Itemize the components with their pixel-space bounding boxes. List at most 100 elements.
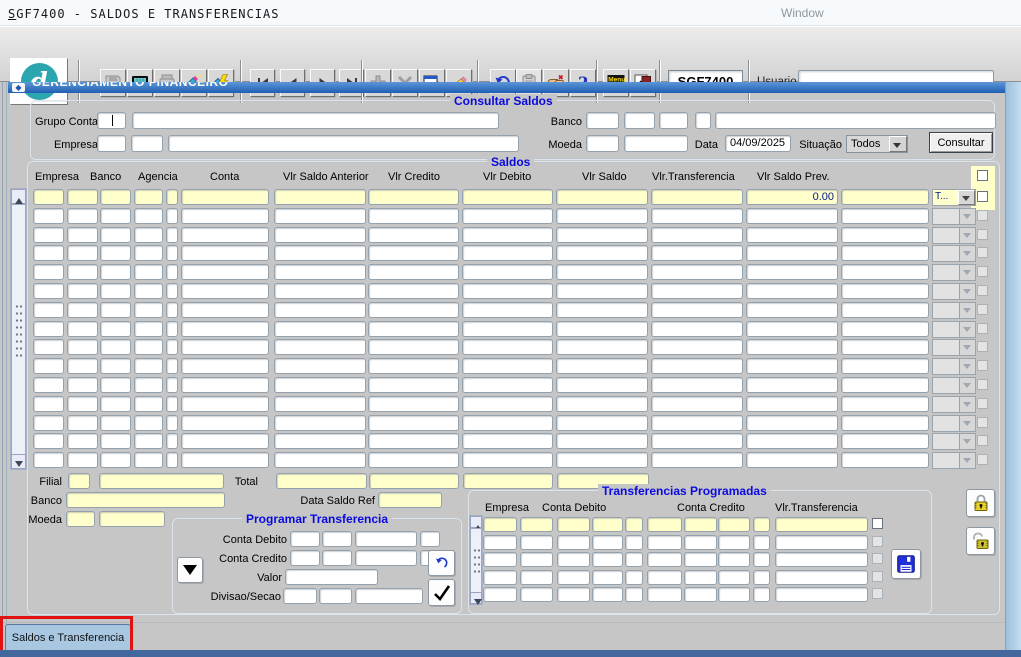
transferencias-row-checkbox[interactable] xyxy=(872,571,883,582)
saldos-cell[interactable] xyxy=(462,433,553,449)
chevron-down-icon[interactable] xyxy=(959,228,975,243)
transferencias-cell[interactable] xyxy=(592,517,623,532)
transferencias-cell[interactable] xyxy=(753,552,770,567)
save-transferencias-button[interactable] xyxy=(891,549,921,579)
saldos-row-checkbox[interactable] xyxy=(977,266,988,277)
saldos-cell[interactable] xyxy=(746,433,838,449)
saldos-cell[interactable] xyxy=(462,452,553,468)
saldos-situacao-dropdown[interactable] xyxy=(932,321,976,338)
transferencias-cell[interactable] xyxy=(775,517,868,532)
saldos-cell[interactable] xyxy=(166,433,178,449)
transferencias-cell[interactable] xyxy=(483,535,517,550)
scroll-up-icon[interactable] xyxy=(11,189,26,204)
saldos-cell[interactable] xyxy=(181,264,269,280)
saldos-cell[interactable] xyxy=(33,208,64,224)
saldos-row-checkbox[interactable] xyxy=(977,304,988,315)
transferencias-cell[interactable] xyxy=(625,587,643,602)
saldos-cell[interactable] xyxy=(462,377,553,393)
saldos-cell[interactable] xyxy=(181,245,269,261)
saldos-cell[interactable] xyxy=(166,358,178,374)
saldos-cell[interactable] xyxy=(746,358,838,374)
saldos-cell[interactable] xyxy=(556,433,648,449)
saldos-cell[interactable] xyxy=(33,264,64,280)
saldos-cell[interactable] xyxy=(181,189,269,205)
scroll-down-icon[interactable] xyxy=(11,454,26,469)
saldos-cell[interactable] xyxy=(33,321,64,337)
chevron-down-icon[interactable] xyxy=(959,284,975,299)
transferencias-cell[interactable] xyxy=(557,552,590,567)
saldos-cell[interactable] xyxy=(651,377,743,393)
transferencias-scrollbar-thumb[interactable] xyxy=(470,528,482,594)
saldos-cell[interactable] xyxy=(67,189,98,205)
saldos-cell[interactable] xyxy=(841,189,929,205)
transferencias-cell[interactable] xyxy=(684,587,717,602)
filial-desc-field[interactable] xyxy=(99,473,224,489)
total-debito-field[interactable] xyxy=(463,473,553,489)
saldos-cell[interactable] xyxy=(134,245,163,261)
saldos-cell[interactable] xyxy=(166,245,178,261)
saldos-cell[interactable] xyxy=(181,415,269,431)
saldos-cell[interactable] xyxy=(274,396,366,412)
chevron-down-icon[interactable] xyxy=(959,453,975,468)
saldos-cell[interactable] xyxy=(67,377,98,393)
saldos-cell[interactable] xyxy=(651,415,743,431)
chevron-down-icon[interactable] xyxy=(959,265,975,280)
saldos-situacao-dropdown[interactable] xyxy=(932,396,976,413)
saldos-cell[interactable] xyxy=(274,227,366,243)
transferencias-cell[interactable] xyxy=(647,517,682,532)
transferencias-cell[interactable] xyxy=(557,535,590,550)
saldos-cell[interactable] xyxy=(134,189,163,205)
chevron-down-icon[interactable] xyxy=(959,359,975,374)
saldos-cell[interactable] xyxy=(841,377,929,393)
saldos-scrollbar-thumb[interactable] xyxy=(11,204,26,456)
chevron-down-icon[interactable] xyxy=(959,378,975,393)
saldos-situacao-dropdown[interactable] xyxy=(932,283,976,300)
saldos-cell[interactable] xyxy=(462,245,553,261)
saldos-cell[interactable] xyxy=(274,321,366,337)
saldos-row-checkbox[interactable] xyxy=(977,210,988,221)
saldos-cell[interactable] xyxy=(556,189,648,205)
saldos-cell[interactable] xyxy=(67,283,98,299)
saldos-cell[interactable] xyxy=(556,227,648,243)
banco-input-2[interactable] xyxy=(624,112,655,129)
saldos-cell[interactable] xyxy=(166,377,178,393)
saldos-cell[interactable] xyxy=(100,227,131,243)
transferencias-cell[interactable] xyxy=(557,517,590,532)
saldos-cell[interactable] xyxy=(556,339,648,355)
saldos-cell[interactable] xyxy=(67,264,98,280)
saldos-row-checkbox[interactable] xyxy=(977,229,988,240)
saldos-cell[interactable] xyxy=(274,339,366,355)
saldos-cell[interactable] xyxy=(33,433,64,449)
saldos-cell[interactable] xyxy=(100,302,131,318)
saldos-cell[interactable] xyxy=(67,227,98,243)
conta-debito-agencia-input[interactable] xyxy=(322,531,352,547)
moeda-desc-field[interactable] xyxy=(99,511,165,527)
saldos-cell[interactable] xyxy=(651,264,743,280)
saldos-scrollbar[interactable] xyxy=(10,188,27,470)
saldos-cell[interactable] xyxy=(181,302,269,318)
saldos-cell[interactable] xyxy=(134,208,163,224)
saldos-cell[interactable] xyxy=(651,358,743,374)
saldos-row-checkbox[interactable] xyxy=(977,191,988,202)
saldos-cell[interactable] xyxy=(368,339,459,355)
saldos-header-checkbox[interactable] xyxy=(977,170,988,181)
saldos-cell[interactable] xyxy=(33,358,64,374)
transferencias-cell[interactable] xyxy=(753,587,770,602)
transferencias-cell[interactable] xyxy=(592,535,623,550)
saldos-cell[interactable] xyxy=(134,339,163,355)
saldos-cell[interactable] xyxy=(368,302,459,318)
chevron-down-icon[interactable] xyxy=(959,303,975,318)
chevron-down-icon[interactable] xyxy=(958,190,975,205)
saldos-row-checkbox[interactable] xyxy=(977,454,988,465)
saldos-cell[interactable] xyxy=(841,339,929,355)
transferencias-cell[interactable] xyxy=(718,570,750,585)
saldos-row-checkbox[interactable] xyxy=(977,417,988,428)
transferencias-cell[interactable] xyxy=(483,587,517,602)
saldos-cell[interactable] xyxy=(100,264,131,280)
saldos-cell[interactable] xyxy=(67,302,98,318)
saldos-cell[interactable] xyxy=(841,283,929,299)
banco-input-3[interactable] xyxy=(659,112,688,129)
saldos-cell[interactable] xyxy=(556,396,648,412)
transferencias-cell[interactable] xyxy=(483,570,517,585)
saldos-cell[interactable] xyxy=(556,283,648,299)
